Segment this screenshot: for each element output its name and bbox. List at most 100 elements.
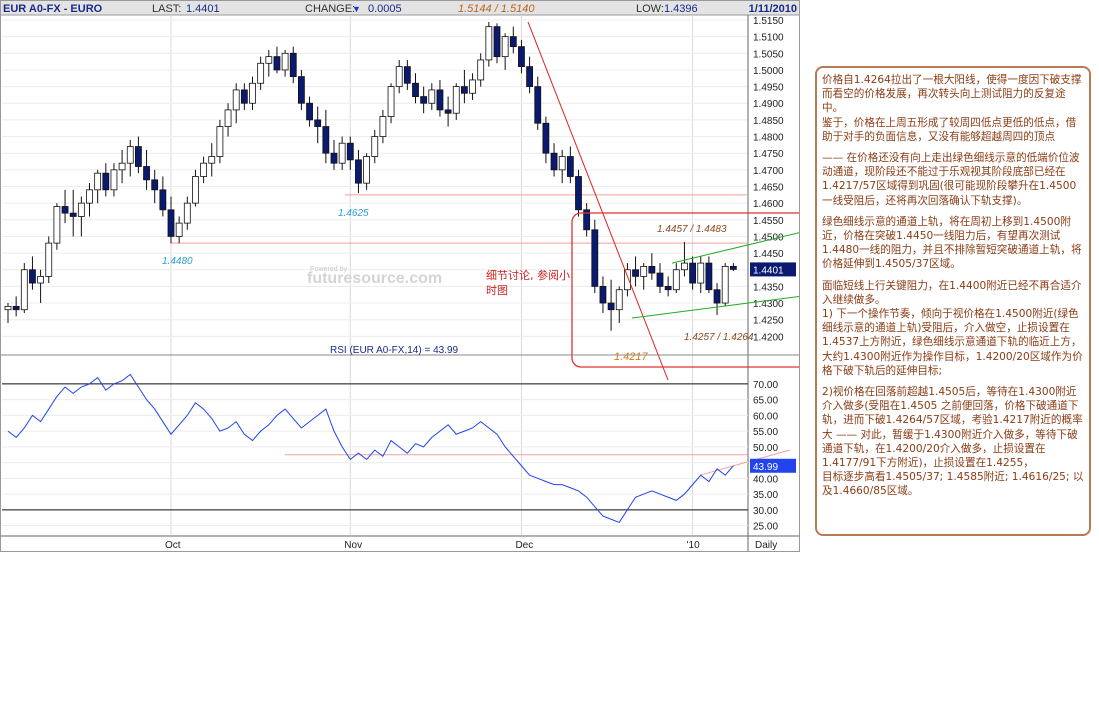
time-tick-label: Daily bbox=[755, 540, 777, 551]
candle-down bbox=[575, 176, 582, 211]
last-price-label: 1.4401 bbox=[753, 265, 784, 276]
candle-down bbox=[151, 179, 159, 191]
annotation-1-4480: 1.4480 bbox=[162, 256, 193, 267]
candle-down bbox=[550, 152, 558, 171]
price-tick-label: 1.4750 bbox=[753, 149, 784, 160]
candle-up bbox=[681, 262, 688, 271]
change-label: CHANGE: bbox=[305, 3, 355, 15]
candle-down bbox=[518, 46, 525, 68]
candle-up bbox=[265, 56, 273, 64]
rsi-tick-label: 35.00 bbox=[753, 490, 778, 501]
candle-up bbox=[232, 89, 240, 111]
candle-up bbox=[387, 86, 395, 117]
annotation-1-4625: 1.4625 bbox=[338, 208, 369, 219]
candle-down bbox=[289, 52, 297, 78]
candle-up bbox=[208, 156, 216, 164]
rsi-tick-label: 55.00 bbox=[753, 427, 778, 438]
candle-up bbox=[118, 162, 126, 171]
commentary-paragraph-3: 绿色细线示意的通道上轨，将在周初上移到1.4500附近，价格在突破1.4450一… bbox=[822, 215, 1082, 271]
annotation-note-line: 细节讨论, 参阅小 bbox=[486, 268, 570, 282]
annotation-note: 细节讨论, 参阅小时图 bbox=[486, 268, 570, 297]
candle-up bbox=[485, 26, 493, 61]
candle-down bbox=[240, 89, 248, 104]
watermark: futuresource.com bbox=[307, 270, 442, 287]
candle-up bbox=[126, 146, 134, 164]
candle-up bbox=[192, 176, 199, 204]
rsi-tick-label: 25.00 bbox=[753, 522, 778, 533]
rsi-tick-label: 65.00 bbox=[753, 396, 778, 407]
candle-down bbox=[689, 262, 696, 284]
commentary-paragraph-2: —— 在价格还没有向上走出绿色细线示意的低端价位波动通道，现阶段还不能过于乐观视… bbox=[822, 152, 1080, 207]
chart-date: 1/11/2010 bbox=[749, 3, 797, 15]
candle-up bbox=[53, 206, 61, 244]
candle-up bbox=[363, 156, 371, 184]
candle-down bbox=[460, 86, 468, 94]
annotation-note-line: 时图 bbox=[486, 284, 508, 297]
price-tick-label: 1.4250 bbox=[753, 316, 784, 327]
candle-up bbox=[379, 116, 387, 137]
candle-up bbox=[624, 269, 631, 291]
candle-down bbox=[713, 289, 721, 304]
candle-up bbox=[257, 62, 265, 84]
candle-up bbox=[249, 82, 256, 104]
price-tick-label: 1.4550 bbox=[753, 216, 784, 227]
candle-down bbox=[143, 166, 150, 181]
candle-down bbox=[591, 229, 599, 287]
candle-up bbox=[615, 289, 623, 311]
candle-down bbox=[12, 305, 20, 311]
commentary-paragraph-1: 价格自1.4264拉出了一根大阳线，使得一度因下破支撑而看空的价格发展，再次转头… bbox=[822, 74, 1082, 143]
change-value: 0.0005 bbox=[368, 3, 402, 15]
candle-down bbox=[102, 172, 110, 191]
time-tick-label: Oct bbox=[165, 540, 181, 551]
rsi-tick-label: 40.00 bbox=[753, 474, 778, 485]
rsi-value-label: 43.99 bbox=[753, 462, 778, 473]
rsi-tick-label: 60.00 bbox=[753, 411, 778, 422]
candle-down bbox=[542, 122, 550, 154]
candle-down bbox=[420, 96, 428, 104]
rsi-tick-label: 30.00 bbox=[753, 506, 778, 517]
price-tick-label: 1.4900 bbox=[753, 99, 784, 110]
candle-up bbox=[4, 305, 12, 311]
candle-up bbox=[501, 36, 509, 58]
candle-up bbox=[86, 189, 93, 204]
downtrend-line bbox=[527, 21, 669, 381]
price-tick-label: 1.4650 bbox=[753, 182, 784, 193]
candle-up bbox=[558, 156, 566, 171]
annotation-1-4257: 1.4257 / 1.4264 bbox=[684, 332, 754, 343]
time-tick-label: Nov bbox=[344, 540, 362, 551]
candle-up bbox=[281, 52, 289, 71]
price-tick-label: 1.4850 bbox=[753, 116, 784, 127]
annotation-1-4457: 1.4457 / 1.4483 bbox=[657, 224, 727, 235]
time-tick-label: '10 bbox=[687, 540, 700, 551]
last-value: 1.4401 bbox=[186, 3, 220, 15]
candle-up bbox=[477, 59, 485, 81]
rsi-line bbox=[7, 373, 734, 524]
candle-down bbox=[526, 66, 533, 87]
candle-down bbox=[493, 26, 501, 58]
price-tick-label: 1.4200 bbox=[753, 332, 784, 343]
candle-down bbox=[346, 142, 354, 161]
candle-down bbox=[297, 76, 305, 104]
candle-up bbox=[721, 266, 729, 304]
low-value: 1.4396 bbox=[664, 3, 698, 15]
candle-up bbox=[469, 79, 476, 94]
low-label: LOW: bbox=[636, 3, 664, 15]
commentary-paragraph-5: 2)视价格在回落前超越1.4505后，等待在1.4300附近介入做多(受阻在1.… bbox=[822, 386, 1084, 498]
change-arrow-icon: ▼ bbox=[352, 4, 361, 14]
candle-up bbox=[175, 222, 183, 237]
candle-down bbox=[436, 89, 444, 111]
candle-down bbox=[29, 269, 36, 284]
candle-down bbox=[607, 302, 615, 311]
price-tick-label: 1.4600 bbox=[753, 199, 784, 210]
price-tick-label: 1.5050 bbox=[753, 49, 784, 60]
candle-up bbox=[428, 89, 436, 104]
price-tick-label: 1.5000 bbox=[753, 66, 784, 77]
price-chart-panel: EUR A0-FX - EURO LAST: 1.4401 1.5144 / 1.51… bbox=[0, 0, 800, 552]
candle-down bbox=[306, 102, 313, 121]
price-tick-label: 1.4950 bbox=[753, 83, 784, 94]
candle-up bbox=[216, 126, 224, 157]
candle-down bbox=[729, 266, 737, 270]
high-low-text: 1.5144 / 1.5140 bbox=[458, 3, 535, 15]
candle-down bbox=[69, 212, 77, 217]
candle-up bbox=[183, 202, 191, 224]
